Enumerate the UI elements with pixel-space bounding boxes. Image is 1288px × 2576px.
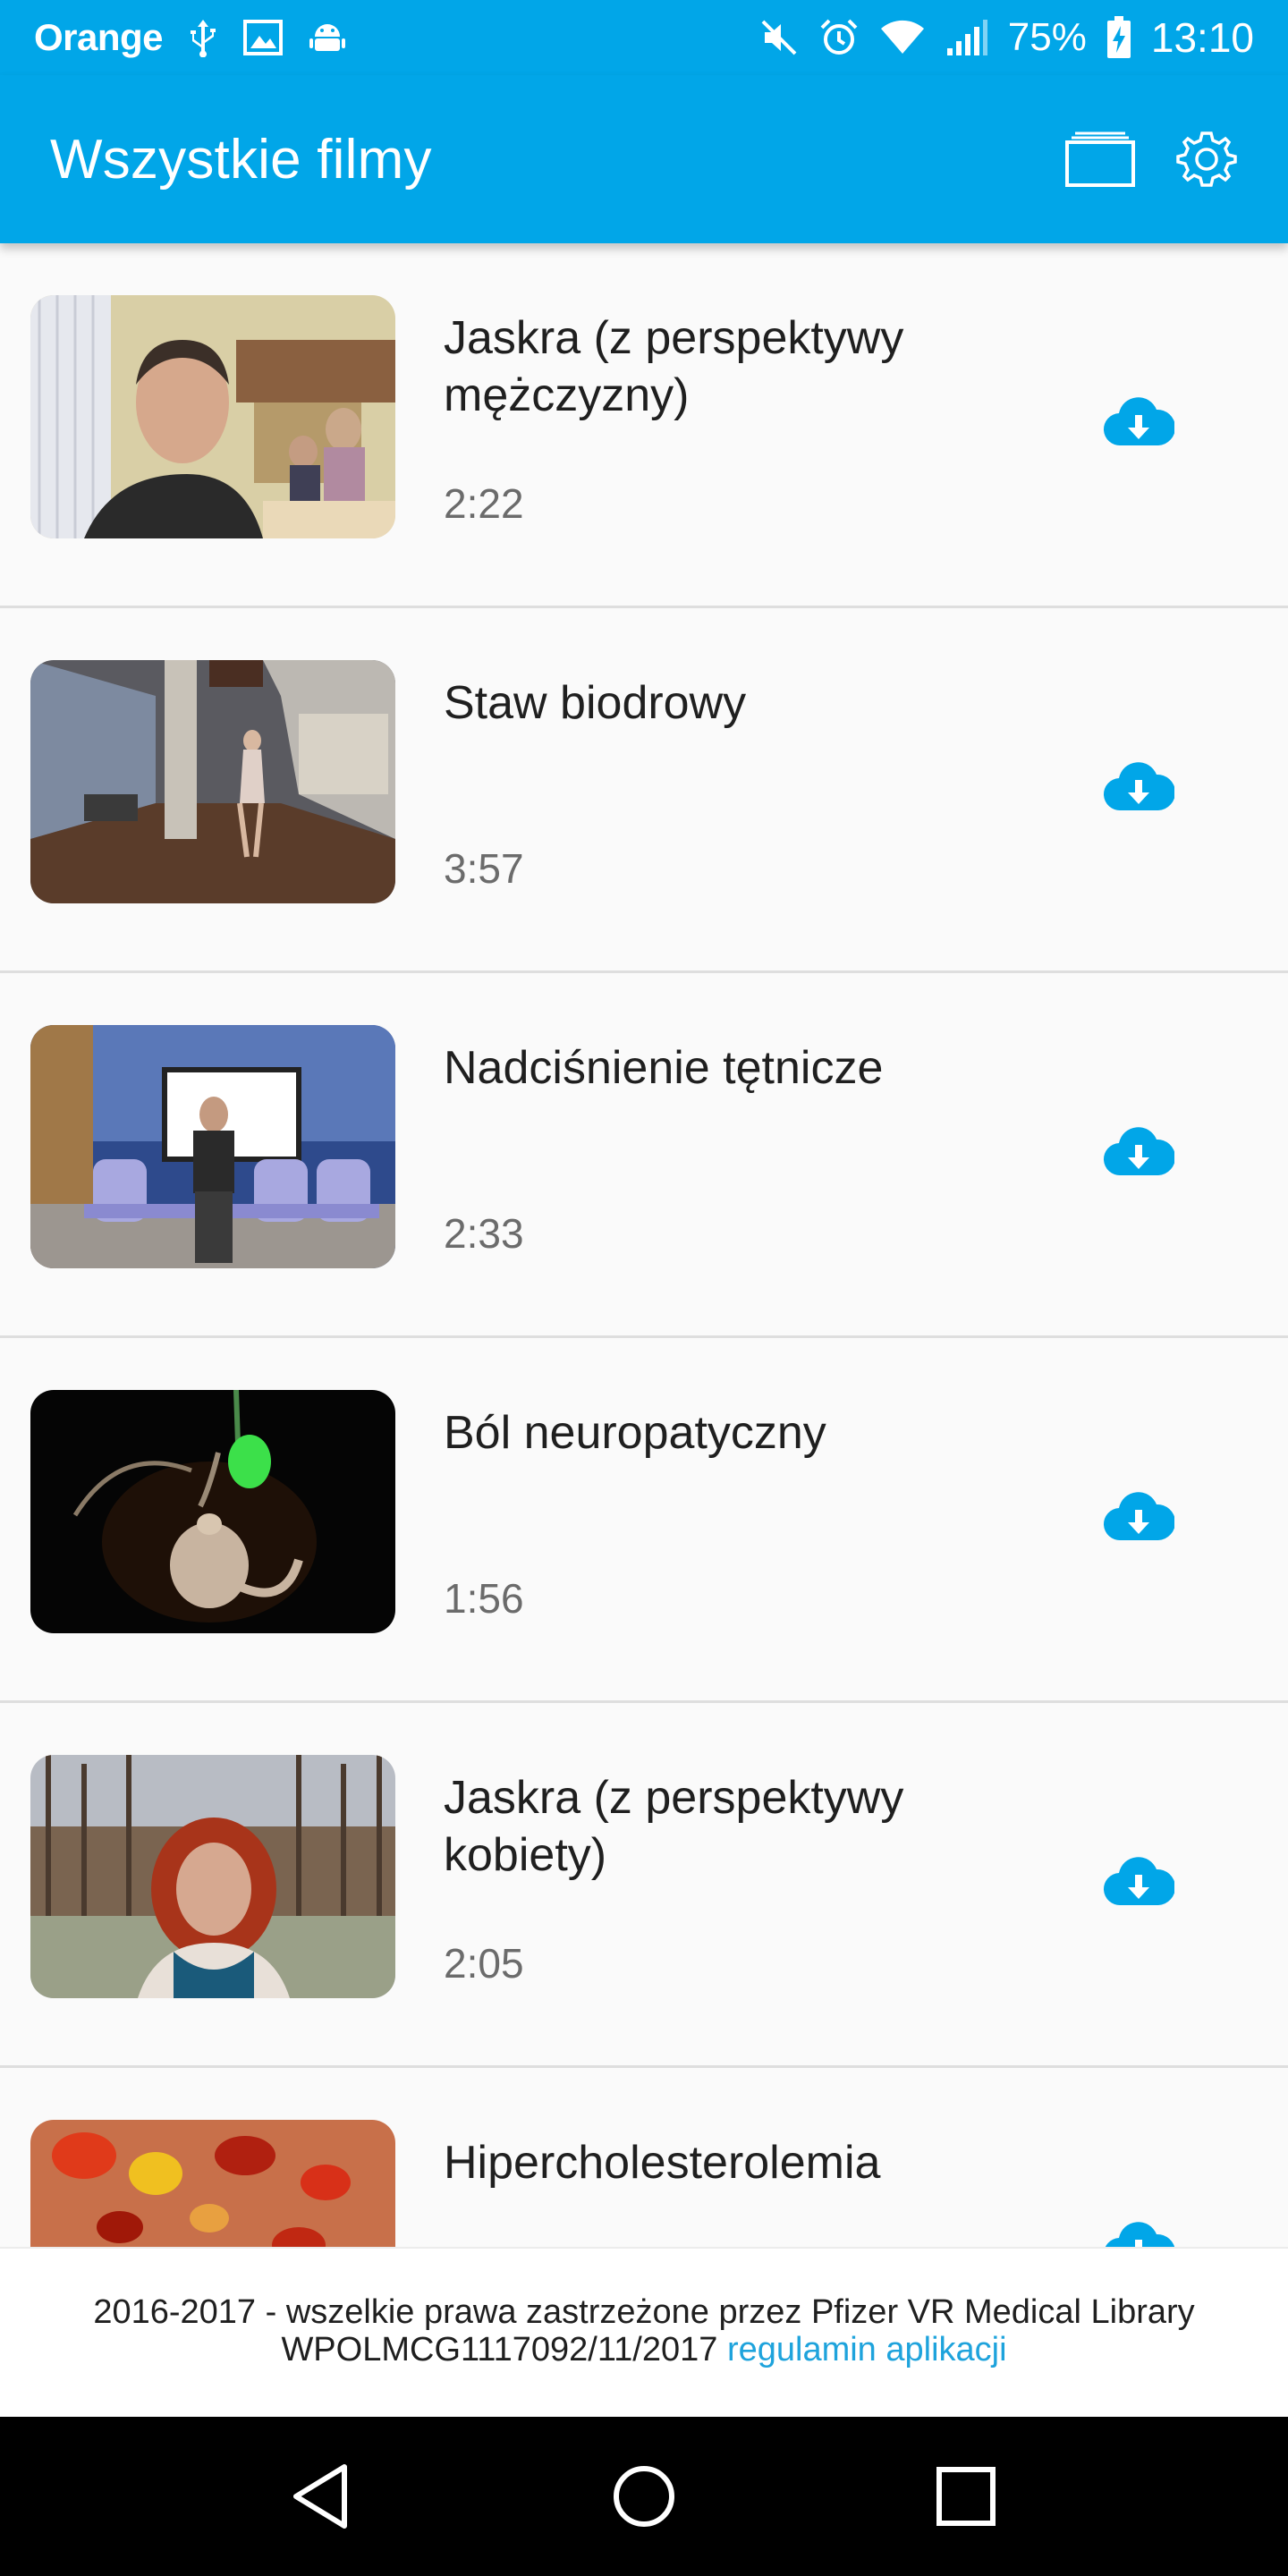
battery-charging-icon bbox=[1106, 16, 1131, 59]
status-bar: Orange 75% 13:10 bbox=[0, 0, 1288, 75]
navigation-bar bbox=[0, 2417, 1288, 2576]
carrier-name: Orange bbox=[34, 16, 164, 58]
video-title: Hipercholesterolemia bbox=[444, 2137, 881, 2189]
battery-percentage: 75% bbox=[1007, 15, 1087, 59]
footer: 2016-2017 - wszelkie prawa zastrzeżone p… bbox=[0, 2247, 1288, 2417]
document-code: WPOLMCG1117092/11/2017 bbox=[281, 2331, 718, 2368]
video-list[interactable]: Jaskra (z perspektywy mężczyzny) 2:22 St… bbox=[0, 243, 1288, 2247]
cloud-download-icon[interactable] bbox=[1102, 2218, 1175, 2247]
video-title: Jaskra (z perspektywy mężczyzny) bbox=[444, 312, 904, 421]
cloud-download-icon[interactable] bbox=[1102, 1488, 1175, 1546]
clock-time: 13:10 bbox=[1150, 14, 1254, 61]
wifi-icon bbox=[879, 20, 926, 55]
video-title: Ból neuropatyczny bbox=[444, 1407, 826, 1459]
home-circle-icon[interactable] bbox=[590, 2443, 698, 2550]
cardboard-viewer-icon[interactable] bbox=[1064, 130, 1136, 189]
recents-square-icon[interactable] bbox=[912, 2443, 1020, 2550]
video-title: Nadciśnienie tętnicze bbox=[444, 1042, 884, 1094]
settings-gear-icon[interactable] bbox=[1175, 128, 1238, 191]
list-item[interactable]: Jaskra (z perspektywy kobiety) 2:05 bbox=[0, 1703, 1288, 2068]
video-title: Jaskra (z perspektywy kobiety) bbox=[444, 1772, 904, 1881]
list-item[interactable]: Nadciśnienie tętnicze 2:33 bbox=[0, 973, 1288, 1338]
video-duration: 2:33 bbox=[444, 1210, 524, 1257]
video-thumbnail[interactable] bbox=[30, 1755, 395, 1998]
cloud-download-icon[interactable] bbox=[1102, 1123, 1175, 1181]
cloud-download-icon[interactable] bbox=[1102, 394, 1175, 451]
cloud-download-icon[interactable] bbox=[1102, 1853, 1175, 1911]
terms-link[interactable]: regulamin aplikacji bbox=[727, 2331, 1007, 2368]
page-title: Wszystkie filmy bbox=[50, 128, 432, 191]
app-bar: Wszystkie filmy bbox=[0, 75, 1288, 243]
alarm-icon bbox=[818, 17, 860, 58]
list-item[interactable]: Ból neuropatyczny 1:56 bbox=[0, 1338, 1288, 1703]
video-title: Staw biodrowy bbox=[444, 677, 747, 729]
video-thumbnail[interactable] bbox=[30, 2120, 395, 2247]
usb-icon bbox=[188, 18, 218, 57]
image-icon bbox=[243, 20, 284, 55]
android-icon bbox=[308, 19, 347, 56]
back-triangle-icon[interactable] bbox=[268, 2443, 376, 2550]
cloud-download-icon[interactable] bbox=[1102, 758, 1175, 816]
video-duration: 2:05 bbox=[444, 1940, 524, 1987]
video-duration: 2:22 bbox=[444, 480, 524, 527]
video-duration: 1:56 bbox=[444, 1575, 524, 1622]
list-item[interactable]: Jaskra (z perspektywy mężczyzny) 2:22 bbox=[0, 243, 1288, 608]
video-thumbnail[interactable] bbox=[30, 660, 395, 903]
mute-icon bbox=[759, 18, 799, 57]
video-duration: 3:57 bbox=[444, 845, 524, 892]
list-item[interactable]: Hipercholesterolemia bbox=[0, 2068, 1288, 2247]
list-item[interactable]: Staw biodrowy 3:57 bbox=[0, 608, 1288, 973]
video-thumbnail[interactable] bbox=[30, 1025, 395, 1268]
video-thumbnail[interactable] bbox=[30, 295, 395, 538]
signal-icon bbox=[945, 18, 988, 57]
copyright-text: 2016-2017 - wszelkie prawa zastrzeżone p… bbox=[93, 2293, 1195, 2331]
video-thumbnail[interactable] bbox=[30, 1390, 395, 1633]
